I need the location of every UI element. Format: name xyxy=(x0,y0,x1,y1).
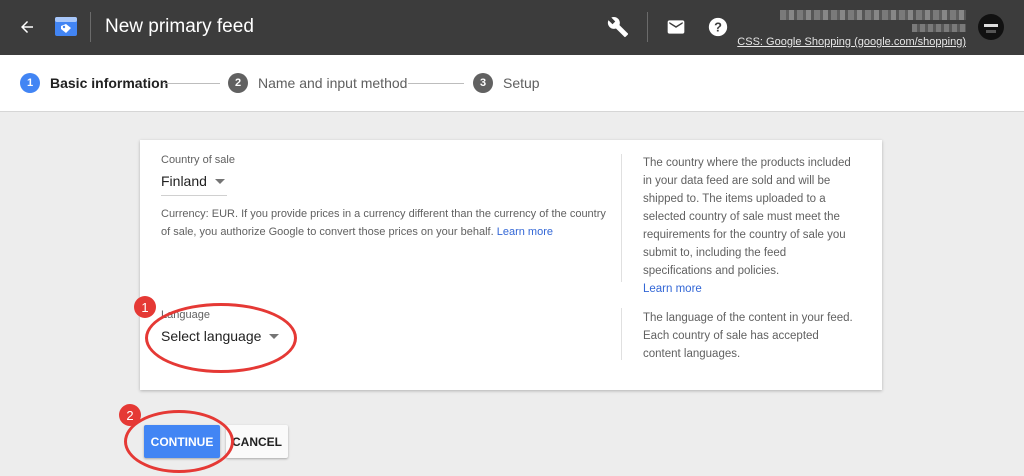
continue-button[interactable]: CONTINUE xyxy=(144,425,220,458)
country-description-text: The country where the products included … xyxy=(643,157,851,277)
step-setup[interactable]: 3 Setup xyxy=(473,73,540,93)
account-id-redacted xyxy=(912,24,966,32)
dropdown-arrow-icon xyxy=(269,333,280,339)
topbar-divider xyxy=(90,12,91,42)
topbar-divider-2 xyxy=(647,12,648,42)
section-divider xyxy=(621,308,622,360)
wrench-icon xyxy=(607,17,629,38)
dropdown-arrow-icon xyxy=(214,178,225,184)
language-label: Language xyxy=(161,309,210,321)
stepper: 1 Basic information 2 Name and input met… xyxy=(0,55,1024,112)
country-learn-more-link[interactable]: Learn more xyxy=(643,283,702,295)
step-number: 3 xyxy=(473,73,493,93)
feed-basic-info-card: Country of sale Finland Currency: EUR. I… xyxy=(140,140,882,390)
merchant-center-icon[interactable] xyxy=(54,14,78,38)
language-select[interactable]: Select language xyxy=(161,328,280,344)
step-label: Basic information xyxy=(50,75,169,91)
language-select-placeholder: Select language xyxy=(161,328,262,344)
currency-helper-text: Currency: EUR. If you provide prices in … xyxy=(161,205,606,241)
currency-learn-more-link[interactable]: Learn more xyxy=(497,226,553,238)
language-description: The language of the content in your feed… xyxy=(643,312,853,360)
step-connector xyxy=(408,83,464,84)
step-name-and-input-method[interactable]: 2 Name and input method xyxy=(228,73,407,93)
avatar[interactable] xyxy=(978,14,1004,40)
back-button[interactable] xyxy=(14,14,40,40)
step-number: 1 xyxy=(20,73,40,93)
account-name[interactable]: CSS: Google Shopping (google.com/shoppin… xyxy=(737,36,966,48)
select-underline xyxy=(161,195,227,196)
annotation-badge-2: 2 xyxy=(119,404,141,426)
help-icon: ? xyxy=(708,17,728,37)
step-number: 2 xyxy=(228,73,248,93)
step-label: Setup xyxy=(503,75,540,91)
step-label: Name and input method xyxy=(258,75,408,91)
account-email-redacted xyxy=(780,10,966,20)
country-of-sale-value: Finland xyxy=(161,173,207,189)
country-of-sale-select[interactable]: Finland xyxy=(161,173,225,189)
country-description: The country where the products included … xyxy=(643,154,858,298)
top-app-bar: New primary feed ? CSS: Google Shopping … xyxy=(0,0,1024,55)
svg-text:?: ? xyxy=(714,20,722,35)
arrow-back-icon xyxy=(21,21,33,33)
mail-button[interactable] xyxy=(664,15,688,39)
help-button[interactable]: ? xyxy=(706,15,730,39)
country-of-sale-label: Country of sale xyxy=(161,154,235,166)
tools-button[interactable] xyxy=(606,15,630,39)
cancel-button[interactable]: CANCEL xyxy=(226,425,288,458)
step-connector xyxy=(164,83,220,84)
page-title: New primary feed xyxy=(105,16,254,37)
mail-icon xyxy=(667,20,685,34)
section-divider xyxy=(621,154,622,282)
step-basic-information[interactable]: 1 Basic information xyxy=(20,73,168,93)
